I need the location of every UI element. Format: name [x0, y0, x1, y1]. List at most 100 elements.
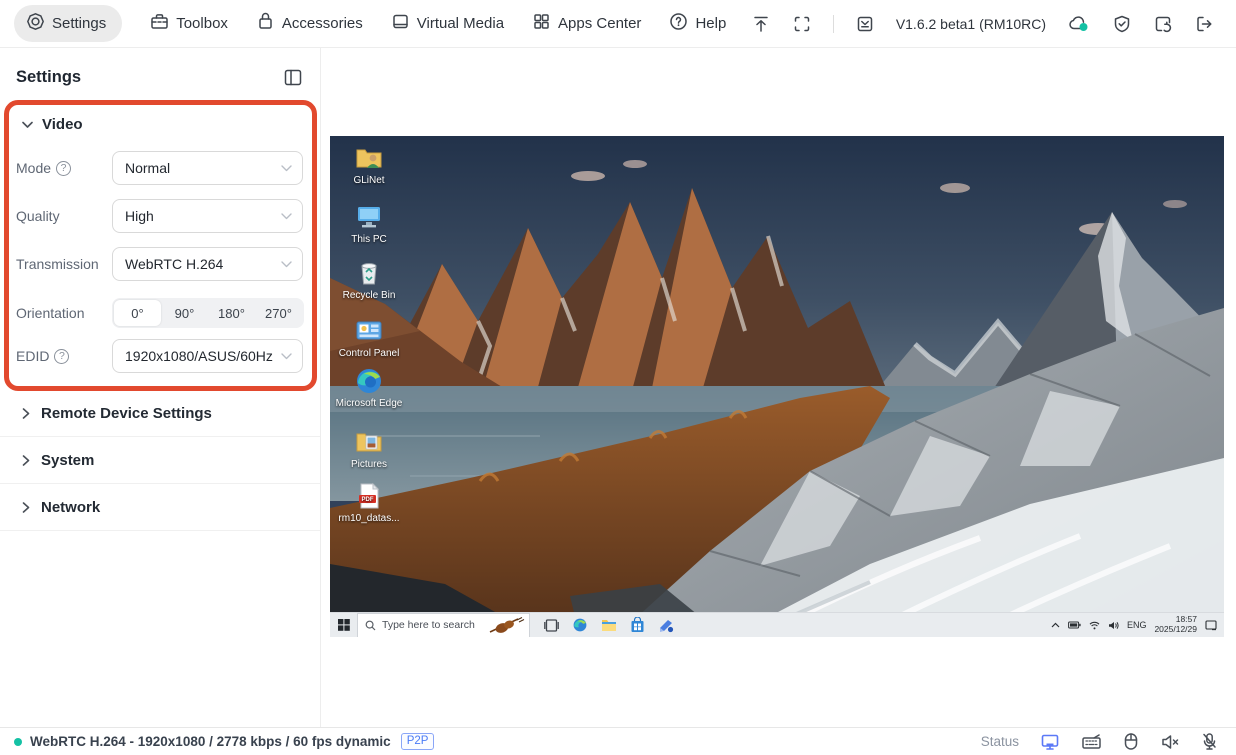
- nav-item-help[interactable]: Help: [669, 12, 726, 35]
- transmission-field: Transmission WebRTC H.264: [0, 247, 320, 281]
- session-history-icon[interactable]: [1153, 14, 1173, 34]
- section-label: Remote Device Settings: [41, 405, 212, 422]
- security-shield-icon[interactable]: [1112, 14, 1132, 34]
- section-remote-device-settings[interactable]: Remote Device Settings: [0, 390, 320, 437]
- orientation-field: Orientation 0° 90° 180° 270°: [0, 296, 320, 330]
- sidebar-title: Settings: [16, 68, 81, 87]
- search-placeholder: Type here to search: [382, 619, 475, 631]
- nav-item-label: Accessories: [282, 15, 363, 32]
- nav-item-accessories[interactable]: Accessories: [256, 12, 363, 35]
- desktop-icon-label: Recycle Bin: [343, 290, 396, 301]
- cloud-status-icon[interactable]: [1067, 14, 1091, 34]
- desktop-wallpaper: [330, 136, 1224, 637]
- pictures-folder-icon: [354, 427, 384, 457]
- nav-item-settings[interactable]: Settings: [14, 5, 122, 42]
- mode-select[interactable]: Normal: [112, 151, 303, 185]
- nav-item-label: Virtual Media: [417, 15, 504, 32]
- desktop-icon-label: GLiNet: [353, 175, 384, 186]
- status-label: Status: [981, 734, 1019, 749]
- section-video-label: Video: [42, 116, 83, 133]
- nav-item-toolbox[interactable]: Toolbox: [150, 12, 228, 35]
- start-button[interactable]: [330, 613, 357, 637]
- file-explorer-icon[interactable]: [601, 618, 617, 632]
- fullscreen-icon[interactable]: [792, 14, 812, 34]
- desktop-icon-glinet[interactable]: GLiNet: [335, 143, 403, 186]
- desktop-icon-control-panel[interactable]: Control Panel: [335, 316, 403, 359]
- p2p-badge[interactable]: P2P: [401, 733, 435, 750]
- monitor-icon: [354, 202, 384, 232]
- connection-info: WebRTC H.264 - 1920x1080 / 2778 kbps / 6…: [30, 734, 391, 749]
- nav-item-apps-center[interactable]: Apps Center: [532, 12, 641, 35]
- section-network[interactable]: Network: [0, 484, 320, 531]
- taskbar-search-box[interactable]: Type here to search: [357, 613, 530, 638]
- remote-desktop-screen[interactable]: GLiNet This PC Recycle Bin Control Panel…: [330, 136, 1224, 637]
- windows-logo-icon: [338, 619, 350, 631]
- violin-decoration: [488, 616, 526, 635]
- disk-icon: [391, 12, 410, 35]
- mouse-status-icon[interactable]: [1123, 732, 1139, 751]
- blue-app-icon[interactable]: [658, 618, 674, 633]
- desktop-icon-label: rm10_datas...: [338, 513, 399, 524]
- collapse-panel-icon[interactable]: [284, 69, 302, 86]
- section-system[interactable]: System: [0, 437, 320, 484]
- remote-view-area: GLiNet This PC Recycle Bin Control Panel…: [321, 48, 1236, 727]
- microphone-muted-icon[interactable]: [1201, 732, 1218, 751]
- store-icon[interactable]: [630, 617, 645, 633]
- edid-help-icon[interactable]: ?: [54, 349, 69, 364]
- quality-field: Quality High: [0, 199, 320, 233]
- device-status-icons: Status: [981, 732, 1218, 751]
- connection-status-dot: [14, 738, 22, 746]
- quality-select[interactable]: High: [112, 199, 303, 233]
- desktop-icon-recycle-bin[interactable]: Recycle Bin: [335, 258, 403, 301]
- update-icon[interactable]: [855, 14, 875, 34]
- mode-select-value: Normal: [125, 160, 170, 176]
- orientation-option-0[interactable]: 0°: [114, 300, 161, 326]
- recycle-bin-icon: [354, 258, 384, 288]
- edge-taskbar-icon[interactable]: [572, 617, 588, 633]
- system-tray: ENG 18:57 2025/12/29: [1051, 615, 1224, 635]
- keyboard-status-icon[interactable]: [1081, 733, 1102, 751]
- mode-help-icon[interactable]: ?: [56, 161, 71, 176]
- chevron-down-icon: [281, 261, 292, 268]
- battery-icon[interactable]: [1068, 621, 1081, 629]
- orientation-option-180[interactable]: 180°: [208, 300, 255, 326]
- section-video[interactable]: Video: [22, 116, 83, 133]
- edid-select[interactable]: 1920x1080/ASUS/60Hz: [112, 339, 303, 373]
- svg-text:PDF: PDF: [362, 497, 374, 503]
- nav-item-label: Apps Center: [558, 15, 641, 32]
- top-navbar: Settings Toolbox Accessories Virtual Med…: [0, 0, 1236, 48]
- chevron-right-icon: [22, 408, 30, 419]
- desktop-icon-label: This PC: [351, 234, 387, 245]
- tray-clock[interactable]: 18:57 2025/12/29: [1154, 615, 1197, 635]
- desktop-icon-pdf-file[interactable]: PDF rm10_datas...: [335, 481, 403, 524]
- desktop-icon-this-pc[interactable]: This PC: [335, 202, 403, 245]
- transmission-select[interactable]: WebRTC H.264: [112, 247, 303, 281]
- search-icon: [365, 620, 376, 631]
- tray-language[interactable]: ENG: [1127, 620, 1147, 630]
- nav-menu: Settings Toolbox Accessories Virtual Med…: [14, 5, 751, 42]
- divider: [833, 15, 834, 33]
- firmware-version[interactable]: V1.6.2 beta1 (RM10RC): [896, 16, 1046, 32]
- action-center-icon[interactable]: [1205, 620, 1217, 631]
- desktop-icon-pictures[interactable]: Pictures: [335, 427, 403, 470]
- desktop-icon-microsoft-edge[interactable]: Microsoft Edge: [335, 366, 403, 409]
- chevron-right-icon: [22, 455, 30, 466]
- volume-icon[interactable]: [1108, 621, 1119, 630]
- mode-label: Mode: [16, 160, 51, 176]
- nav-item-label: Toolbox: [176, 15, 228, 32]
- orientation-label: Orientation: [16, 305, 84, 321]
- transmission-label: Transmission: [16, 256, 99, 272]
- logout-icon[interactable]: [1194, 14, 1214, 34]
- orientation-option-90[interactable]: 90°: [161, 300, 208, 326]
- tray-expand-icon[interactable]: [1051, 622, 1060, 628]
- wifi-icon[interactable]: [1089, 621, 1100, 630]
- nav-item-virtual-media[interactable]: Virtual Media: [391, 12, 504, 35]
- edid-label: EDID: [16, 348, 49, 364]
- settings-sidebar: Settings Video Mode ? Normal Quality: [0, 48, 321, 727]
- orientation-option-270[interactable]: 270°: [255, 300, 302, 326]
- section-label: System: [41, 452, 94, 469]
- task-view-icon[interactable]: [544, 619, 559, 632]
- speaker-muted-icon[interactable]: [1160, 733, 1180, 751]
- monitor-status-icon[interactable]: [1040, 733, 1060, 751]
- upload-icon[interactable]: [751, 14, 771, 34]
